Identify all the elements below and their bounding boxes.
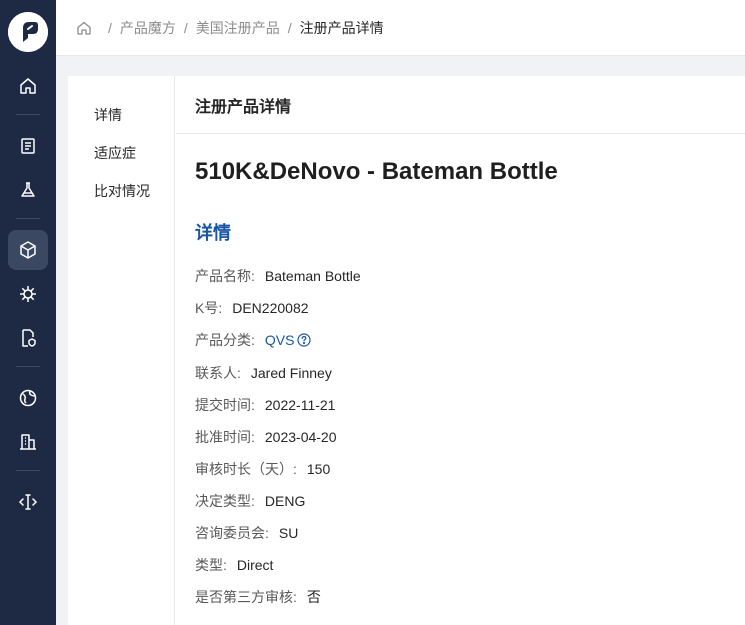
field-label: 审核时长（天）:: [195, 461, 297, 477]
breadcrumb-separator: /: [183, 19, 188, 36]
field-product-classification: 产品分类: QVS: [195, 330, 312, 350]
breadcrumb-separator: /: [287, 19, 292, 36]
field-value: 2022-11-21: [264, 397, 336, 413]
document-icon[interactable]: [8, 126, 48, 166]
section-title-details: 详情: [195, 223, 231, 243]
product-title: 510K&DeNovo - Bateman Bottle: [195, 158, 558, 185]
field-value: Bateman Bottle: [264, 268, 361, 284]
field-label: K号:: [195, 300, 223, 316]
anchor-item-details[interactable]: 详情: [94, 105, 122, 125]
page-title: 注册产品详情: [176, 76, 745, 134]
field-decision-type: 决定类型: DENG: [195, 491, 305, 511]
field-product-name: 产品名称: Bateman Bottle: [195, 266, 361, 286]
building-icon[interactable]: [8, 422, 48, 462]
field-value: 150: [306, 461, 331, 477]
breadcrumb-separator: /: [108, 19, 112, 36]
logo[interactable]: [8, 12, 48, 52]
field-label: 类型:: [195, 557, 227, 573]
field-value: Direct: [236, 557, 274, 573]
globe-icon[interactable]: [8, 378, 48, 418]
detail-content: 注册产品详情 510K&DeNovo - Bateman Bottle 详情 产…: [176, 76, 745, 625]
file-shield-icon[interactable]: [8, 318, 48, 358]
home-icon[interactable]: [76, 20, 92, 36]
home-icon[interactable]: [8, 66, 48, 106]
field-label: 咨询委员会:: [195, 525, 269, 541]
detail-panel: 详情 适应症 比对情况 注册产品详情 510K&DeNovo - Bateman…: [68, 76, 745, 625]
field-label: 批准时间:: [195, 429, 255, 445]
anchor-nav: 详情 适应症 比对情况: [68, 76, 175, 625]
field-approval-date: 批准时间: 2023-04-20: [195, 427, 337, 447]
field-value: DENG: [264, 493, 306, 509]
field-label: 产品分类:: [195, 332, 255, 348]
breadcrumb: / 产品魔方 / 美国注册产品 / 注册产品详情: [56, 0, 745, 56]
field-review-duration: 审核时长（天）: 150: [195, 459, 330, 479]
field-value: Jared Finney: [250, 365, 332, 381]
field-advisory-committee: 咨询委员会: SU: [195, 523, 298, 543]
field-value: DEN220082: [232, 300, 309, 316]
cube-icon[interactable]: [8, 230, 48, 270]
field-value: 否: [306, 589, 321, 605]
field-submission-date: 提交时间: 2022-11-21: [195, 395, 335, 415]
flask-icon[interactable]: [8, 170, 48, 210]
breadcrumb-item-us-registered-products[interactable]: 美国注册产品: [196, 18, 280, 38]
field-label: 决定类型:: [195, 493, 255, 509]
product-code-link[interactable]: QVS: [265, 332, 295, 348]
breadcrumb-item-product-cube[interactable]: 产品魔方: [120, 18, 176, 38]
sidebar: [0, 0, 56, 625]
field-contact: 联系人: Jared Finney: [195, 363, 332, 383]
field-label: 提交时间:: [195, 397, 255, 413]
anchor-item-comparison[interactable]: 比对情况: [94, 181, 150, 201]
field-value: 2023-04-20: [264, 429, 337, 445]
field-type: 类型: Direct: [195, 555, 273, 575]
field-third-party-review: 是否第三方审核: 否: [195, 587, 321, 607]
anchor-item-indications[interactable]: 适应症: [94, 143, 136, 163]
field-label: 联系人:: [195, 365, 241, 381]
help-circle-icon[interactable]: [297, 333, 312, 347]
virus-icon[interactable]: [8, 274, 48, 314]
field-label: 是否第三方审核:: [195, 589, 297, 605]
field-label: 产品名称:: [195, 268, 255, 284]
field-value: SU: [278, 525, 299, 541]
breadcrumb-item-current: 注册产品详情: [299, 19, 384, 36]
field-k-number: K号: DEN220082: [195, 298, 309, 318]
text-cursor-icon[interactable]: [8, 482, 48, 522]
